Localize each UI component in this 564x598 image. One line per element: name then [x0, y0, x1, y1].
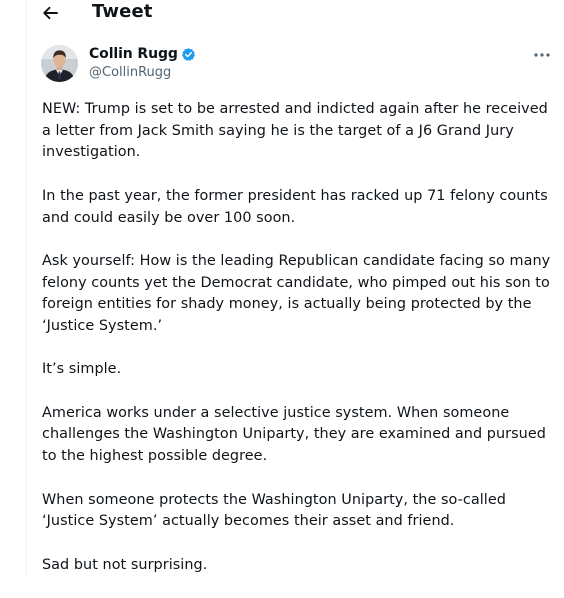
tweet-body: NEW: Trump is set to be arrested and ind…	[42, 99, 557, 598]
tweet-paragraph: When someone protects the Washington Uni…	[42, 491, 506, 530]
tweet-detail-panel: Tweet Collin Rugg @CollinRugg NEW: Trump…	[26, 0, 564, 578]
tweet-paragraph: NEW: Trump is set to be arrested and ind…	[42, 101, 548, 161]
author-name: Collin Rugg	[89, 46, 178, 62]
tweet-paragraph: It’s simple.	[42, 361, 122, 378]
back-button[interactable]	[37, 0, 63, 26]
tweet-paragraph: Ask yourself: How is the leading Republi…	[42, 252, 551, 334]
avatar-image	[41, 45, 78, 82]
tweet-paragraph: In the past year, the former president h…	[42, 187, 548, 226]
tweet-paragraph: Sad but not surprising.	[42, 556, 208, 573]
page-title: Tweet	[92, 1, 153, 22]
author-avatar[interactable]	[41, 45, 78, 82]
tweet-paragraph: America works under a selective justice …	[42, 404, 546, 465]
author-handle[interactable]: @CollinRugg	[89, 65, 171, 80]
author-name-row[interactable]: Collin Rugg	[89, 46, 196, 62]
more-options-button[interactable]	[533, 47, 551, 63]
more-horizontal-icon	[534, 53, 550, 57]
arrow-left-icon	[43, 6, 58, 20]
verified-badge-icon	[181, 47, 195, 61]
tweet-header: Tweet	[27, 0, 564, 26]
